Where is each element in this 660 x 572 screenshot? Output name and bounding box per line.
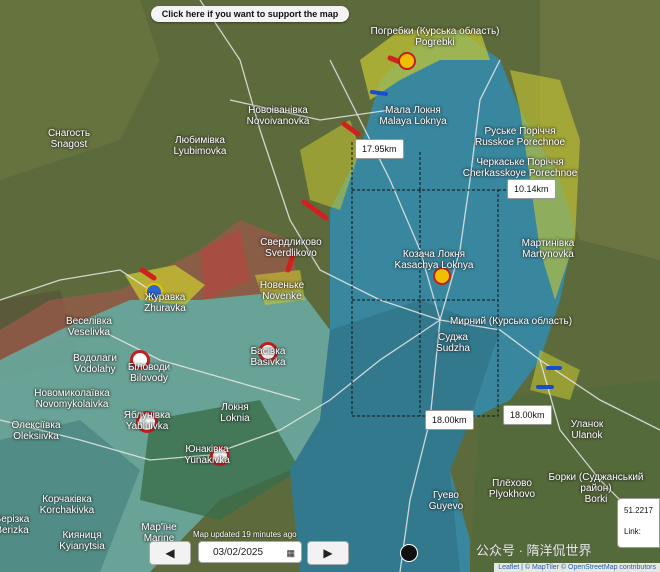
city-label: Руське Поріччя Russkoe Porechnoe	[474, 126, 566, 148]
distance-label: 17.95km	[355, 139, 404, 159]
city-label: Кияниця Kyianytsia	[59, 530, 105, 552]
city-label: Погребки (Курська область) Pogrebki	[370, 26, 500, 48]
watermark-text: 公众号 · 隋洋侃世界	[476, 543, 592, 558]
city-label: Новоіванівка Novoivanovka	[246, 105, 310, 127]
city-label: Яблунівка Yabluivka	[123, 410, 171, 432]
coordinate-value: 51.2217	[624, 506, 653, 515]
city-label: Журавка Zhuravka	[144, 292, 186, 314]
city-label: Гуево Guyevo	[428, 490, 464, 512]
city-label: Уланок Ulanok	[570, 419, 604, 441]
map-logo-icon	[400, 544, 418, 562]
city-label: Мартинівка Martynovka	[521, 238, 575, 260]
map-attribution[interactable]: Leaflet | © MapTiler © OpenStreetMap con…	[494, 563, 660, 572]
next-date-button[interactable]: ▶	[307, 541, 349, 565]
city-label: БерізкаBerizka	[0, 514, 30, 536]
city-label: Басівка Basivka	[250, 346, 286, 368]
coordinate-panel: 51.2217 Link:	[617, 498, 660, 548]
city-label: Водолаги Vodolahy	[73, 353, 117, 375]
city-label: Черкаське Поріччя Cherkasskoye Porechnoe	[462, 157, 578, 179]
city-label: Козача Локня Kasachya Loknya	[394, 249, 474, 271]
date-value: 03/02/2025	[213, 547, 264, 558]
distance-label: 10.14km	[507, 179, 556, 199]
city-label: Суджа Sudzha	[436, 332, 470, 354]
city-label: Свердликово Sverdlikovo	[260, 237, 322, 259]
link-label[interactable]: Link:	[624, 527, 659, 536]
city-label: Корчаківка Korchakivka	[39, 494, 95, 516]
city-label: Олексіївка Oleksiivka	[11, 420, 61, 442]
city-label: Мала Локня Malaya Loknya	[379, 105, 447, 127]
pogrebki-marker-icon[interactable]	[398, 52, 416, 70]
city-label: Новеньке Novenke	[259, 280, 305, 302]
support-banner[interactable]: Click here if you want to support the ma…	[151, 6, 349, 22]
map-updated-text: Map updated 19 minutes ago	[193, 530, 297, 539]
city-label: Локня Loknia	[220, 402, 250, 424]
city-label: Плёхово Plyokhovo	[488, 478, 536, 500]
city-label: Біловоди Bilovody	[127, 362, 171, 384]
city-label: Мирний (Курська область)	[449, 316, 573, 327]
city-label: Веселівка Veselivka	[66, 316, 112, 338]
city-label: Новомиколаївка Novomykolaivka	[34, 388, 110, 410]
city-label: Любимівка Lyubimovka	[173, 135, 227, 157]
calendar-icon[interactable]: ▦	[286, 542, 295, 564]
city-label: Юнаківка Yunakivka	[184, 444, 230, 466]
distance-label: 18.00km	[425, 410, 474, 430]
city-label: Снагость Snagost	[47, 128, 91, 150]
distance-label: 18.00km	[503, 405, 552, 425]
date-input[interactable]: 03/02/2025 ▦	[198, 541, 302, 563]
prev-date-button[interactable]: ◀	[149, 541, 191, 565]
